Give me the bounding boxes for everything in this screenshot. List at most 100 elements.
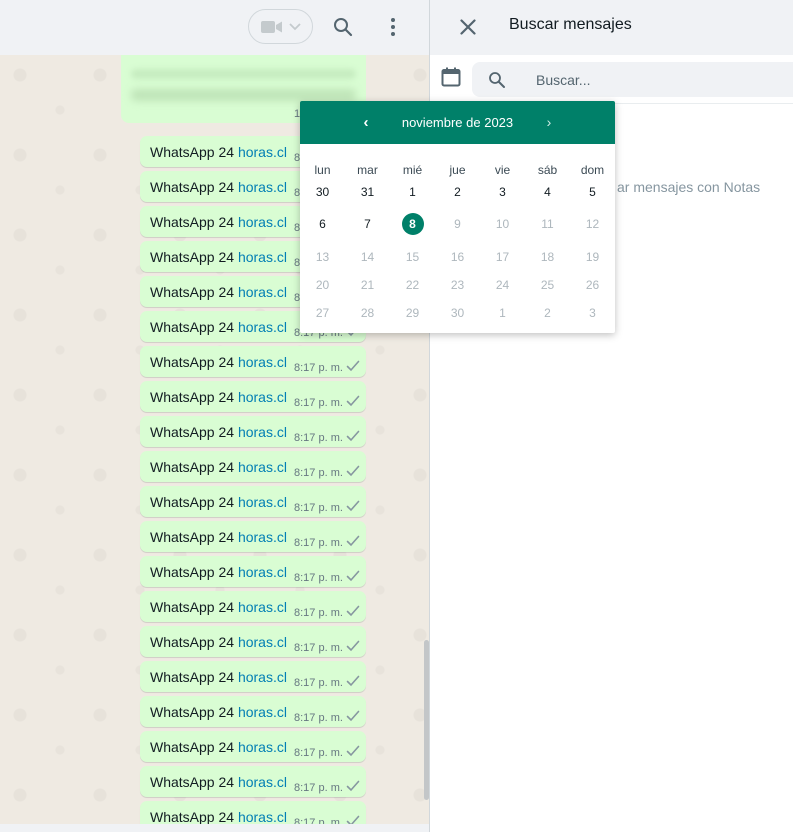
day-grid: 30 31 1 2 3 4 5 6 7 8 9 10 11 12 13 14 15 16 17 18 19 20 21 22 2… <box>300 101 615 333</box>
message-link[interactable]: horas.cl <box>238 599 287 615</box>
day-cell: 26 <box>585 278 600 292</box>
menu-dots-icon <box>391 18 395 36</box>
message-link[interactable]: horas.cl <box>238 739 287 755</box>
message-text: WhatsApp 24 horas.cl <box>150 494 287 510</box>
day-cell: 3 <box>589 306 596 320</box>
check-icon <box>346 395 360 407</box>
message-text: WhatsApp 24 horas.cl <box>150 669 287 685</box>
message-text: WhatsApp 24 horas.cl <box>150 389 287 405</box>
check-icon <box>346 430 360 442</box>
day-cell[interactable]: 2 <box>435 181 480 203</box>
day-cell[interactable]: 4 <box>525 181 570 203</box>
message-text: WhatsApp 24 horas.cl <box>150 809 287 825</box>
message-link[interactable]: horas.cl <box>238 494 287 510</box>
message-time: 8:17 p. m. <box>294 537 343 549</box>
message-bubble[interactable]: WhatsApp 24 horas.cl 8:17 p. m. <box>140 451 366 482</box>
message-link[interactable]: horas.cl <box>238 144 287 160</box>
message-link[interactable]: horas.cl <box>238 354 287 370</box>
message-bubble[interactable]: WhatsApp 24 horas.cl 8:17 p. m. <box>140 486 366 517</box>
message-time: 8:17 p. m. <box>294 677 343 689</box>
check-icon <box>346 710 360 722</box>
day-cell: 19 <box>585 250 600 264</box>
chat-menu-button[interactable] <box>378 12 408 42</box>
message-bubble[interactable]: WhatsApp 24 horas.cl 8:17 p. m. <box>140 661 366 692</box>
message-link[interactable]: horas.cl <box>238 564 287 580</box>
day-cell: 14 <box>360 250 375 264</box>
message-bubble[interactable]: WhatsApp 24 horas.cl 8:17 p. m. <box>140 521 366 552</box>
message-time: 8:17 p. m. <box>294 502 343 514</box>
message-bubble[interactable]: WhatsApp 24 horas.cl 8:17 p. m. <box>140 626 366 657</box>
message-link[interactable]: horas.cl <box>238 424 287 440</box>
search-input[interactable] <box>536 70 776 90</box>
check-icon <box>346 570 360 582</box>
message-time: 8:17 p. m. <box>294 572 343 584</box>
message-link[interactable]: horas.cl <box>238 214 287 230</box>
date-picker-popup: ‹ noviembre de 2023 › lun mar mié jue vie sáb… <box>300 101 615 333</box>
check-icon <box>346 360 360 372</box>
day-cell: 21 <box>360 278 375 292</box>
message-text: WhatsApp 24 horas.cl <box>150 319 287 335</box>
message-bubble[interactable]: WhatsApp 24 horas.cl 8:17 p. m. <box>140 381 366 412</box>
chat-footer-strip <box>0 824 429 832</box>
day-cell[interactable]: 7 <box>345 213 390 235</box>
message-link[interactable]: horas.cl <box>238 774 287 790</box>
message-time: 8:17 p. m. <box>294 467 343 479</box>
day-cell: 11 <box>541 217 554 231</box>
day-cell[interactable]: 6 <box>300 213 345 235</box>
calendar-button[interactable] <box>441 67 465 91</box>
message-text: WhatsApp 24 horas.cl <box>150 774 287 790</box>
day-cell: 15 <box>405 250 420 264</box>
message-bubble[interactable]: WhatsApp 24 horas.cl 8:17 p. m. <box>140 731 366 762</box>
day-cell: 24 <box>495 278 510 292</box>
day-cell: 22 <box>405 278 420 292</box>
message-link[interactable]: horas.cl <box>238 529 287 545</box>
day-cell[interactable]: 5 <box>570 181 615 203</box>
selected-day[interactable]: 8 <box>390 213 435 235</box>
message-link[interactable]: horas.cl <box>238 249 287 265</box>
message-text: WhatsApp 24 horas.cl <box>150 424 287 440</box>
check-icon <box>346 780 360 792</box>
message-time: 8:17 p. m. <box>294 607 343 619</box>
chat-header <box>0 0 429 55</box>
check-icon <box>346 675 360 687</box>
message-time: 8:17 p. m. <box>294 397 343 409</box>
chat-scrollbar[interactable] <box>424 640 429 800</box>
day-cell[interactable]: 1 <box>390 181 435 203</box>
message-bubble[interactable]: WhatsApp 24 horas.cl 8:17 p. m. <box>140 696 366 727</box>
check-icon <box>346 465 360 477</box>
day-cell[interactable]: 31 <box>345 181 390 203</box>
message-link[interactable]: horas.cl <box>238 634 287 650</box>
message-link[interactable]: horas.cl <box>238 284 287 300</box>
message-text: WhatsApp 24 horas.cl <box>150 529 287 545</box>
message-link[interactable]: horas.cl <box>238 389 287 405</box>
message-time: 8:17 p. m. <box>294 432 343 444</box>
message-text: WhatsApp 24 horas.cl <box>150 704 287 720</box>
day-cell: 28 <box>360 306 375 320</box>
day-cell: 16 <box>450 250 465 264</box>
video-call-button[interactable] <box>248 9 313 44</box>
close-icon <box>460 19 476 35</box>
message-time: 8:17 p. m. <box>294 362 343 374</box>
message-bubble[interactable]: WhatsApp 24 horas.cl 8:17 p. m. <box>140 766 366 797</box>
day-cell[interactable]: 3 <box>480 181 525 203</box>
message-bubble[interactable]: WhatsApp 24 horas.cl 8:17 p. m. <box>140 591 366 622</box>
message-link[interactable]: horas.cl <box>238 179 287 195</box>
check-icon <box>346 640 360 652</box>
message-text: WhatsApp 24 horas.cl <box>150 354 287 370</box>
message-time: 8:17 p. m. <box>294 747 343 759</box>
close-search-button[interactable] <box>454 13 482 41</box>
message-link[interactable]: horas.cl <box>238 704 287 720</box>
day-cell: 25 <box>540 278 555 292</box>
message-link[interactable]: horas.cl <box>238 809 287 825</box>
day-cell: 29 <box>405 306 420 320</box>
day-cell[interactable]: 30 <box>300 181 345 203</box>
message-bubble[interactable]: WhatsApp 24 horas.cl 8:17 p. m. <box>140 416 366 447</box>
chat-search-button[interactable] <box>328 12 358 42</box>
check-icon <box>346 745 360 757</box>
message-link[interactable]: horas.cl <box>238 459 287 475</box>
message-link[interactable]: horas.cl <box>238 319 287 335</box>
message-bubble[interactable]: WhatsApp 24 horas.cl 8:17 p. m. <box>140 346 366 377</box>
chevron-down-icon <box>288 22 301 30</box>
message-bubble[interactable]: WhatsApp 24 horas.cl 8:17 p. m. <box>140 556 366 587</box>
message-link[interactable]: horas.cl <box>238 669 287 685</box>
